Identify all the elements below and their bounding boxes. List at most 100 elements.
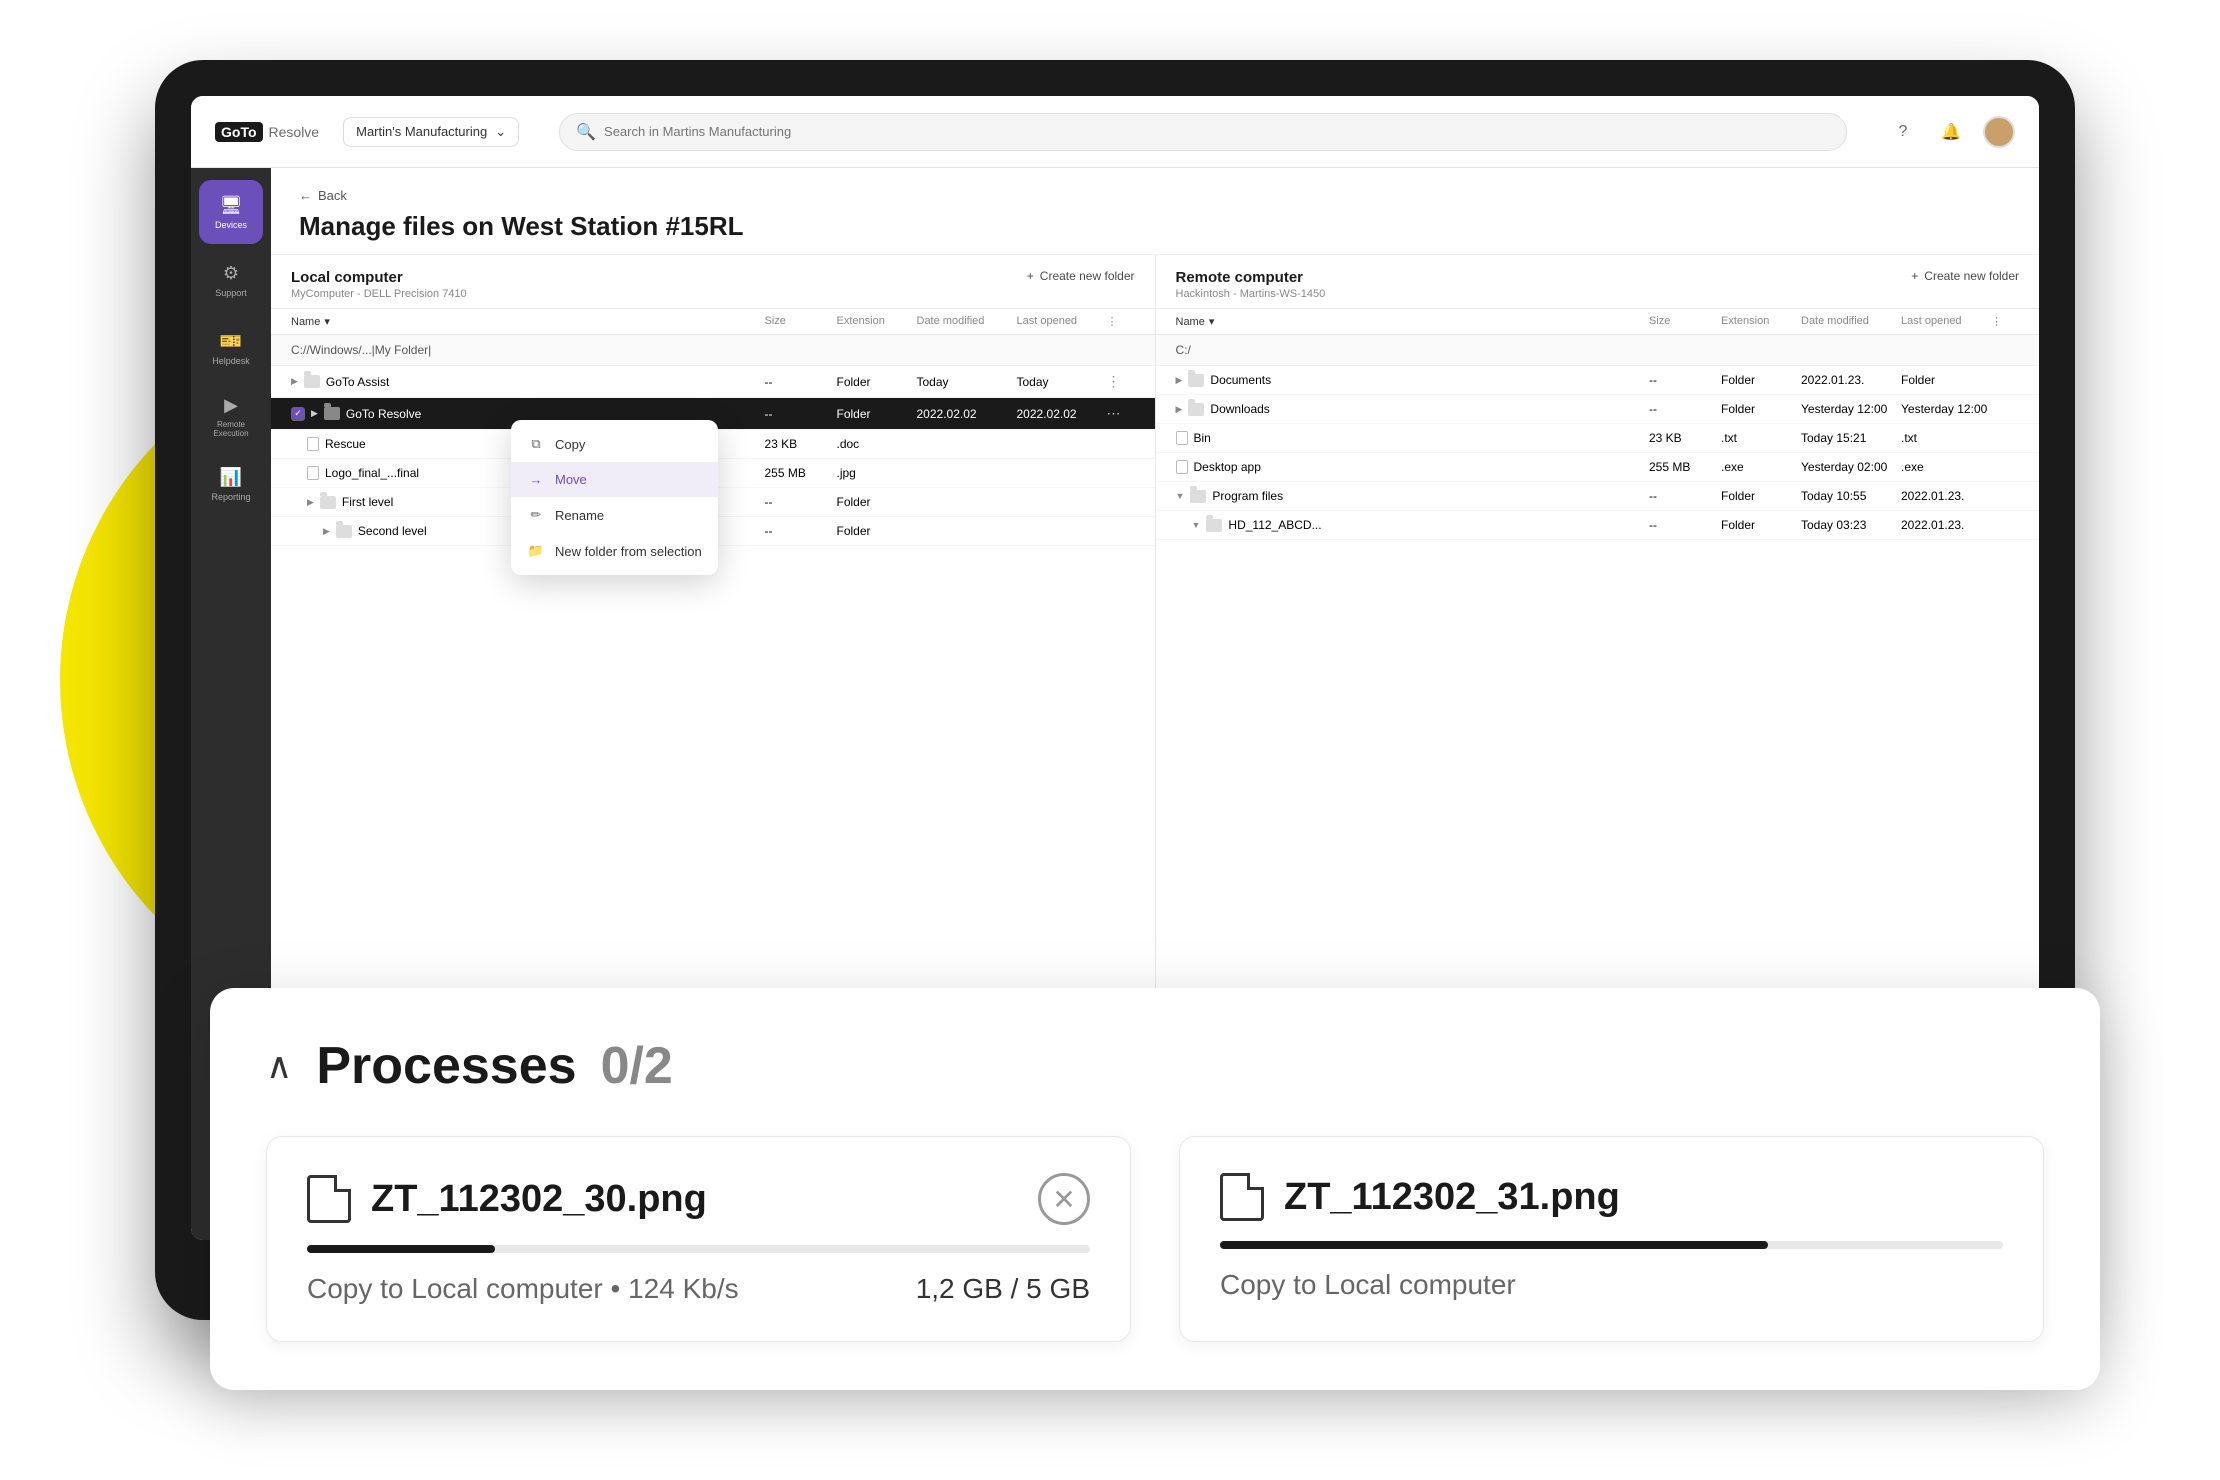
create-folder-label: Create new folder	[1040, 269, 1135, 283]
table-row[interactable]: Desktop app 255 MB .exe Yesterday 02:00 …	[1156, 453, 2040, 482]
file-icon	[1176, 431, 1188, 445]
sidebar-label-devices: Devices	[215, 220, 247, 230]
processes-card: ∧ Processes 0/2 ZT_112302_30.png ✕ Copy	[210, 988, 2100, 1390]
ext-cell: Folder	[1721, 489, 1801, 503]
ext-cell: Folder	[837, 495, 917, 509]
col-name-remote[interactable]: Name ▾	[1176, 315, 1650, 328]
file-name-cell: ▶ Downloads	[1176, 402, 1650, 416]
file-name-cell: ▼ Program files	[1176, 489, 1650, 503]
file-name-cell: ▼ HD_112_ABCD...	[1192, 518, 1650, 532]
help-button[interactable]: ?	[1887, 116, 1919, 148]
size-cell: --	[1649, 373, 1721, 387]
more-options-button[interactable]: ⋯	[1107, 405, 1135, 422]
checkbox[interactable]: ✓	[291, 407, 305, 421]
sidebar-item-devices[interactable]: 🖥 Devices	[199, 180, 263, 244]
process-item-header: ZT_112302_30.png ✕	[307, 1173, 1090, 1225]
table-row[interactable]: ▶ GoTo Assist -- Folder Today Today	[271, 366, 1155, 398]
opened-cell: .exe	[1901, 460, 1991, 474]
context-menu-move[interactable]: → Move	[511, 462, 718, 497]
opened-cell: Today	[1017, 375, 1107, 389]
org-selector[interactable]: Martin's Manufacturing ⌄	[343, 117, 519, 147]
progress-bar-container	[307, 1245, 1090, 1253]
rename-icon: ✏	[527, 507, 545, 523]
table-row[interactable]: ▼ Program files -- Folder Today 10:55 20…	[1156, 482, 2040, 511]
remote-create-folder-button[interactable]: + Create new folder	[1911, 269, 2019, 283]
sidebar-item-remote-execution[interactable]: ▶ Remote Execution	[199, 384, 263, 448]
size-cell: 255 MB	[1649, 460, 1721, 474]
helpdesk-icon: 🎫	[220, 331, 242, 352]
page-title: Manage files on West Station #15RL	[299, 211, 2011, 242]
sidebar-item-helpdesk[interactable]: 🎫 Helpdesk	[199, 316, 263, 380]
col-opened-remote: Last opened	[1901, 315, 1991, 328]
size-cell: --	[765, 495, 837, 509]
file-icon	[307, 466, 319, 480]
new-folder-icon: 📁	[527, 543, 545, 559]
date-cell: Today 15:21	[1801, 431, 1901, 445]
folder-icon	[1188, 403, 1204, 416]
context-menu-copy[interactable]: ⧉ Copy	[511, 426, 718, 462]
table-row[interactable]: ▶ Downloads -- Folder Yesterday 12:00 Ye…	[1156, 395, 2040, 424]
sidebar-label-helpdesk: Helpdesk	[212, 356, 250, 366]
table-row[interactable]: ▶ Documents -- Folder 2022.01.23. Folder	[1156, 366, 2040, 395]
table-row[interactable]: ▼ HD_112_ABCD... -- Folder Today 03:23 2…	[1156, 511, 2040, 540]
date-cell: Yesterday 02:00	[1801, 460, 1901, 474]
date-cell: Yesterday 12:00	[1801, 402, 1901, 416]
sidebar-label-remote-exec: Remote Execution	[199, 420, 263, 438]
org-name: Martin's Manufacturing	[356, 124, 487, 139]
remote-pane-title: Remote computer	[1176, 269, 1326, 286]
size-cell: --	[765, 407, 837, 421]
local-pane-header: Local computer MyComputer - DELL Precisi…	[271, 255, 1155, 308]
opened-cell: 2022.01.23.	[1901, 489, 1991, 503]
process-subtitle: Copy to Local computer	[1220, 1269, 1516, 1301]
col-size-remote: Size	[1649, 315, 1721, 328]
table-row[interactable]: Bin 23 KB .txt Today 15:21 .txt	[1156, 424, 2040, 453]
folder-icon	[320, 496, 336, 509]
local-current-path: C://Windows/...|My Folder|	[271, 335, 1155, 366]
process-name-row: ZT_112302_31.png	[1220, 1173, 1620, 1221]
devices-icon: 🖥	[220, 195, 243, 216]
search-bar[interactable]: 🔍	[559, 113, 1847, 151]
local-create-folder-button[interactable]: + Create new folder	[1027, 269, 1135, 283]
back-button[interactable]: ← Back	[299, 188, 2011, 203]
file-icon	[1176, 460, 1188, 474]
sidebar-label-reporting: Reporting	[211, 492, 250, 502]
expand-arrow-icon: ▶	[323, 526, 330, 537]
size-cell: 23 KB	[765, 437, 837, 451]
ext-cell: Folder	[837, 407, 917, 421]
folder-icon	[1188, 374, 1204, 387]
processes-header: ∧ Processes 0/2	[266, 1036, 2044, 1096]
chevron-down-icon: ⌄	[495, 124, 506, 140]
process-name-row: ZT_112302_30.png	[307, 1175, 707, 1223]
context-menu-new-folder[interactable]: 📁 New folder from selection	[511, 533, 718, 569]
col-more-remote: ⋮	[1991, 315, 2019, 328]
file-name-cell: ▶ GoTo Assist	[291, 375, 765, 389]
col-name-local[interactable]: Name ▾	[291, 315, 765, 328]
date-cell: Today	[917, 375, 1017, 389]
expand-arrow-icon: ▼	[1192, 520, 1201, 530]
search-input[interactable]	[604, 124, 1830, 139]
process-item-header: ZT_112302_31.png	[1220, 1173, 2003, 1221]
process-filename: ZT_112302_31.png	[1284, 1176, 1620, 1219]
size-cell: --	[1649, 489, 1721, 503]
processes-items: ZT_112302_30.png ✕ Copy to Local compute…	[266, 1136, 2044, 1342]
plus-icon: +	[1027, 269, 1034, 283]
more-options-button[interactable]: ⋮	[1107, 373, 1135, 390]
col-more-local: ⋮	[1107, 315, 1135, 328]
sidebar-item-support[interactable]: ⚙ Support	[199, 248, 263, 312]
cancel-button[interactable]: ✕	[1038, 1173, 1090, 1225]
file-name-cell: ▶ Documents	[1176, 373, 1650, 387]
chevron-up-icon[interactable]: ∧	[266, 1045, 292, 1087]
folder-icon	[1190, 490, 1206, 503]
back-arrow-icon: ←	[299, 188, 312, 203]
avatar[interactable]	[1983, 116, 2015, 148]
top-bar-right: ? 🔔	[1887, 116, 2015, 148]
process-file-icon	[1220, 1173, 1264, 1221]
size-cell: 255 MB	[765, 466, 837, 480]
expand-arrow-icon: ▶	[291, 376, 298, 387]
bell-icon[interactable]: 🔔	[1935, 116, 1967, 148]
date-cell: Today 10:55	[1801, 489, 1901, 503]
local-pane-title: Local computer	[291, 269, 467, 286]
ext-cell: Folder	[1721, 373, 1801, 387]
context-menu-rename[interactable]: ✏ Rename	[511, 497, 718, 533]
sidebar-item-reporting[interactable]: 📊 Reporting	[199, 452, 263, 516]
